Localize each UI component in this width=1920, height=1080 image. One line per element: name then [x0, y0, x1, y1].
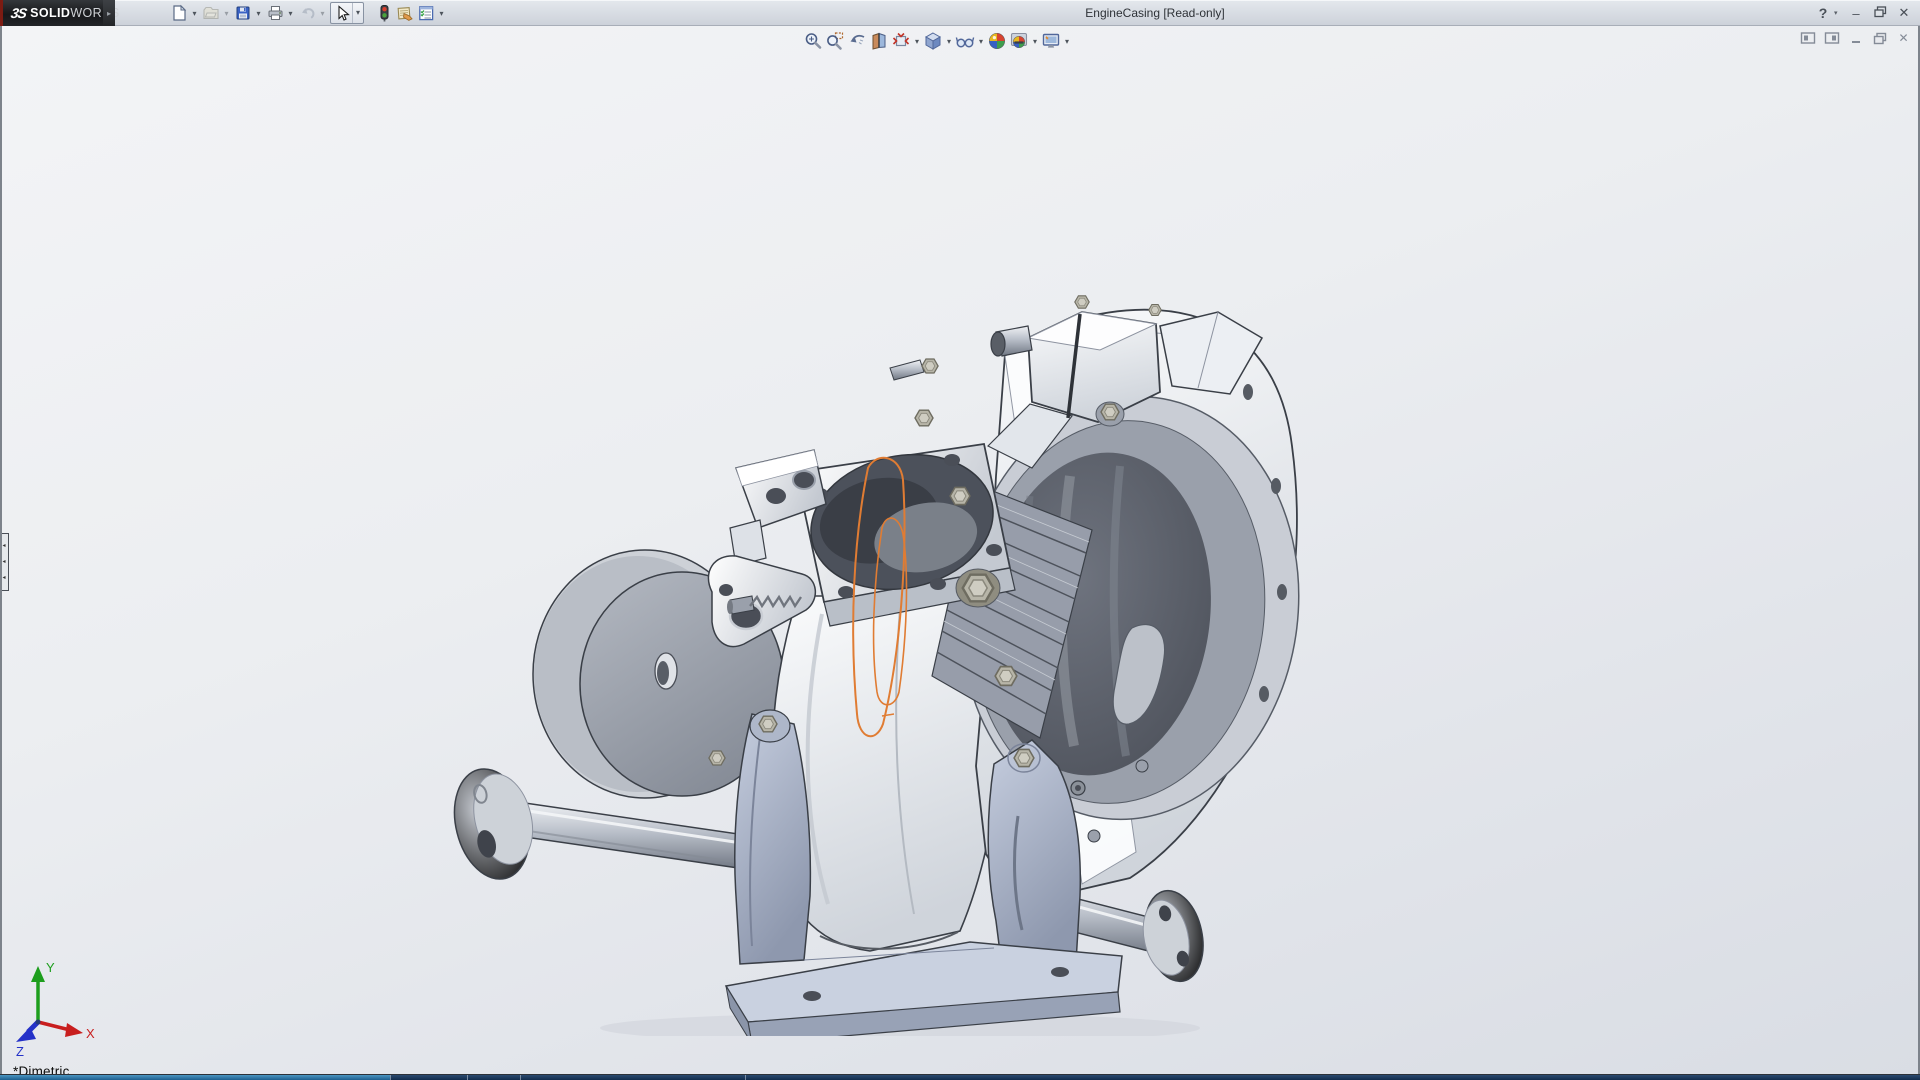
pane-toggle-right-icon	[1824, 31, 1840, 45]
restore-icon	[1874, 6, 1887, 18]
options-dropdown[interactable]: ▾	[436, 9, 447, 18]
zoom-to-area-button[interactable]	[824, 30, 846, 52]
zoom-to-fit-button[interactable]	[802, 30, 824, 52]
menu-expand-arrow-icon[interactable]: ▸	[103, 0, 115, 26]
document-restore-button[interactable]	[1871, 30, 1888, 46]
model-stand-left-leg[interactable]	[735, 710, 811, 964]
view-orientation-button[interactable]	[890, 30, 912, 52]
edit-appearance-icon	[987, 31, 1007, 51]
window-minimize-button[interactable]: –	[1846, 6, 1866, 21]
undo-button[interactable]	[296, 3, 317, 24]
traffic-light-icon	[375, 4, 393, 22]
window-restore-button[interactable]	[1870, 6, 1890, 21]
triad-x-axis	[38, 1022, 70, 1030]
print-button[interactable]	[264, 3, 285, 24]
new-document-icon	[170, 4, 188, 22]
hide-show-items-button[interactable]	[954, 30, 976, 52]
display-style-button[interactable]	[922, 30, 944, 52]
collapse-arrow-icon: ◂	[2, 559, 5, 565]
document-restore-icon	[1873, 32, 1887, 45]
view-settings-icon	[1041, 31, 1061, 51]
view-settings-button[interactable]	[1040, 30, 1062, 52]
window-title: EngineCasing [Read-only]	[470, 0, 1840, 26]
pane-toggle-left-button[interactable]	[1799, 30, 1816, 46]
document-window-controls: ✕	[1799, 30, 1912, 46]
select-tool-dropdown[interactable]: ▾	[352, 3, 363, 23]
cursor-icon	[333, 4, 351, 22]
status-strip	[0, 1074, 1920, 1080]
open-document-dropdown[interactable]: ▾	[221, 9, 232, 18]
save-button[interactable]	[232, 3, 253, 24]
window-left-edge	[0, 26, 2, 1080]
save-icon	[234, 4, 252, 22]
pane-toggle-right-button[interactable]	[1823, 30, 1840, 46]
edit-appearance-button[interactable]	[986, 30, 1008, 52]
select-tool-button[interactable]	[331, 3, 352, 24]
previous-view-icon	[847, 31, 867, 51]
help-dropdown[interactable]: ▾	[1834, 9, 1842, 17]
zoom-to-fit-icon	[803, 31, 823, 51]
titlebar-controls: ? ▾ – ✕	[1816, 0, 1914, 26]
document-close-button[interactable]: ✕	[1895, 30, 1912, 46]
collapse-arrow-icon: ◂	[2, 543, 5, 549]
options-button[interactable]	[415, 3, 436, 24]
pane-toggle-left-icon	[1800, 31, 1816, 45]
solidworks-logo-mark: 3S	[10, 5, 28, 21]
display-style-dropdown[interactable]: ▾	[944, 37, 954, 46]
display-style-icon	[923, 31, 943, 51]
apply-scene-icon	[1009, 31, 1029, 51]
section-view-button[interactable]	[868, 30, 890, 52]
document-minimize-icon	[1849, 31, 1863, 45]
print-dropdown[interactable]: ▾	[285, 9, 296, 18]
design-binder-button[interactable]	[394, 3, 415, 24]
design-binder-icon	[395, 4, 414, 23]
apply-scene-dropdown[interactable]: ▾	[1030, 37, 1040, 46]
brand-solid: SOLID	[30, 6, 70, 20]
apply-scene-button[interactable]	[1008, 30, 1030, 52]
hide-show-items-dropdown[interactable]: ▾	[976, 37, 986, 46]
engine-casing-3d-model[interactable]	[430, 270, 1310, 1036]
collapse-arrow-icon: ◂	[2, 575, 5, 581]
undo-icon	[298, 4, 316, 22]
zoom-to-area-icon	[825, 31, 845, 51]
status-strip-accent	[0, 1075, 390, 1080]
triad-origin	[36, 1020, 41, 1025]
save-dropdown[interactable]: ▾	[253, 9, 264, 18]
solidworks-logo: 3S SOLIDWORKS	[0, 0, 112, 26]
document-minimize-button[interactable]	[1847, 30, 1864, 46]
glasses-icon	[955, 31, 975, 51]
view-orientation-icon	[891, 31, 911, 51]
titlebar: 3S SOLIDWORKS ▸ ▾ ▾	[0, 0, 1920, 26]
new-document-dropdown[interactable]: ▾	[189, 9, 200, 18]
triad-x-arrowhead	[65, 1023, 83, 1037]
main-toolbar: ▾ ▾ ▾	[168, 2, 447, 24]
options-icon	[417, 4, 435, 22]
triad-y-label: Y	[46, 960, 55, 975]
undo-dropdown[interactable]: ▾	[317, 9, 328, 18]
section-view-icon	[869, 31, 889, 51]
open-document-button[interactable]	[200, 3, 221, 24]
heads-up-view-toolbar: ▾ ▾ ▾	[802, 29, 1072, 53]
view-orientation-dropdown[interactable]: ▾	[912, 37, 922, 46]
help-button[interactable]: ?	[1816, 5, 1830, 21]
orientation-triad: Y X Z	[6, 960, 106, 1060]
view-settings-dropdown[interactable]: ▾	[1062, 37, 1072, 46]
graphics-viewport[interactable]: ▾ ▾ ▾	[0, 26, 1920, 1080]
open-document-icon	[202, 4, 220, 22]
triad-y-arrowhead	[31, 966, 45, 982]
new-document-button[interactable]	[168, 3, 189, 24]
print-icon	[266, 4, 284, 22]
previous-view-button[interactable]	[846, 30, 868, 52]
triad-z-label: Z	[16, 1044, 24, 1059]
select-tool-group: ▾	[330, 2, 364, 24]
window-close-button[interactable]: ✕	[1894, 5, 1914, 21]
triad-x-label: X	[86, 1026, 95, 1041]
traffic-light-button[interactable]	[373, 3, 394, 24]
